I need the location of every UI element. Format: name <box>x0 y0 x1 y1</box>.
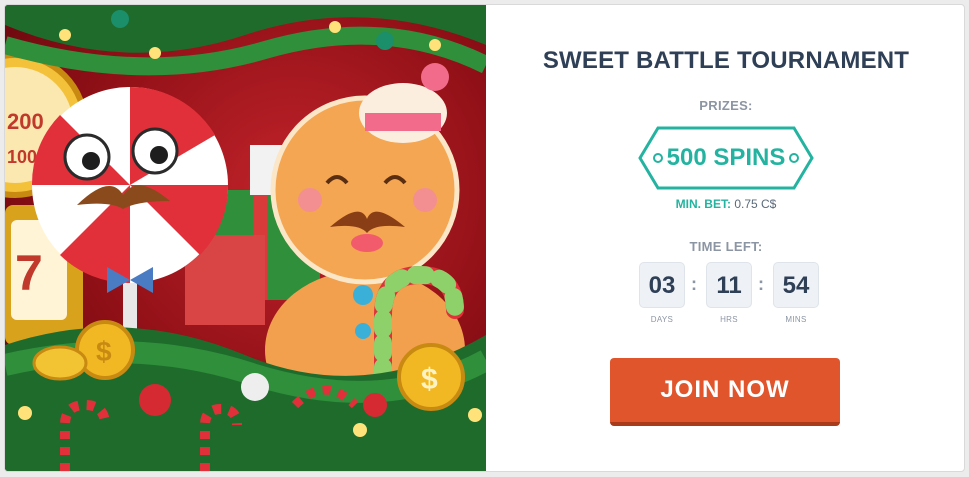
prize-badge: 500 SPINS <box>636 125 816 191</box>
hours-caption: HRS <box>720 315 738 324</box>
min-bet-value: 0.75 C$ <box>734 197 777 211</box>
countdown-minutes: 54 MINS <box>773 262 819 324</box>
countdown-hours: 11 HRS <box>706 262 752 324</box>
svg-text:200: 200 <box>7 109 44 134</box>
svg-text:$: $ <box>96 336 112 367</box>
hours-value: 11 <box>706 262 752 308</box>
gold-coin-icon: $ <box>397 343 465 411</box>
svg-text:100: 100 <box>7 147 37 167</box>
countdown-timer: 03 DAYS : 11 HRS : 54 MINS <box>633 262 823 332</box>
tournament-card: 200 100 7 $ $ SWEET BATTLE TOURNAMENT PR… <box>4 4 965 472</box>
minutes-value: 54 <box>773 262 819 308</box>
time-left-label: TIME LEFT: <box>689 239 763 254</box>
svg-text:7: 7 <box>15 245 43 301</box>
tournament-info-panel: SWEET BATTLE TOURNAMENT PRIZES: 500 SPIN… <box>486 5 964 471</box>
time-separator: : <box>758 274 764 294</box>
prize-value: 500 SPINS <box>666 144 786 171</box>
christmas-candy-illustration: 200 100 7 $ $ <box>5 5 486 471</box>
gold-coin-icon <box>32 345 88 381</box>
svg-text:$: $ <box>421 363 438 396</box>
tournament-title: SWEET BATTLE TOURNAMENT <box>542 47 910 74</box>
min-bet-info: MIN. BET: 0.75 C$ <box>486 197 964 211</box>
countdown-days: 03 DAYS <box>639 262 685 324</box>
days-caption: DAYS <box>650 315 674 324</box>
join-now-button[interactable]: JOIN NOW <box>610 358 840 426</box>
minutes-caption: MINS <box>785 315 807 324</box>
tournament-banner-image: 200 100 7 $ $ <box>5 5 486 471</box>
time-separator: : <box>691 274 697 294</box>
christmas-garland <box>5 5 486 76</box>
prizes-label: PRIZES: <box>699 98 753 113</box>
min-bet-label: MIN. BET: <box>675 197 731 211</box>
days-value: 03 <box>639 262 685 308</box>
